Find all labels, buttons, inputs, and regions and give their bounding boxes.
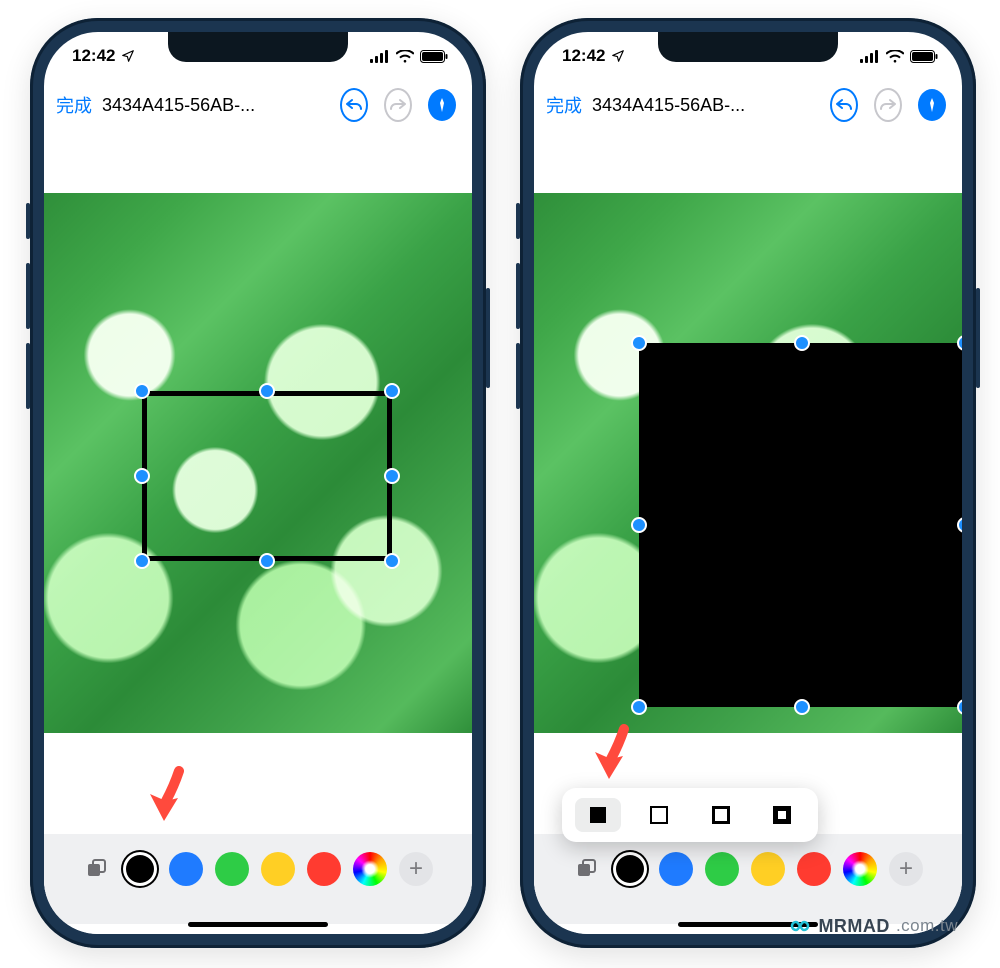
status-time: 12:42 (562, 46, 605, 66)
filename-label: 3434A415-56AB-... (100, 95, 332, 116)
phone-right: 12:42 完成 (520, 18, 976, 948)
bottom-toolbar: + (44, 784, 472, 934)
outline-medium[interactable] (698, 798, 744, 832)
wifi-icon (886, 50, 904, 63)
home-indicator[interactable] (188, 922, 328, 927)
color-red[interactable] (797, 852, 831, 886)
color-black[interactable] (123, 852, 157, 886)
undo-button[interactable] (340, 91, 368, 119)
navbar: 完成 3434A415-56AB-... (534, 80, 962, 131)
layers-icon[interactable] (573, 855, 601, 883)
color-blue[interactable] (659, 852, 693, 886)
cellular-icon (860, 50, 880, 63)
undo-button[interactable] (830, 91, 858, 119)
battery-icon (910, 50, 938, 63)
markup-button[interactable] (918, 91, 946, 119)
phone-left: 12:42 (30, 18, 486, 948)
redo-button (384, 91, 412, 119)
canvas[interactable] (534, 131, 962, 791)
watermark: MRMAD .com.tw (788, 914, 958, 938)
fill-solid[interactable] (575, 798, 621, 832)
cellular-icon (370, 50, 390, 63)
palette: + (44, 834, 472, 924)
add-button[interactable]: + (399, 852, 433, 886)
add-button[interactable]: + (889, 852, 923, 886)
power-button (486, 288, 490, 388)
color-green[interactable] (705, 852, 739, 886)
color-yellow[interactable] (751, 852, 785, 886)
color-yellow[interactable] (261, 852, 295, 886)
redo-button (874, 91, 902, 119)
infinity-icon (788, 914, 812, 938)
mute-switch (516, 203, 520, 239)
screen: 12:42 (44, 32, 472, 934)
color-green[interactable] (215, 852, 249, 886)
battery-icon (420, 50, 448, 63)
wifi-icon (396, 50, 414, 63)
filename-label: 3434A415-56AB-... (590, 95, 822, 116)
status-time: 12:42 (72, 46, 115, 66)
screen: 12:42 完成 (534, 32, 962, 934)
markup-button[interactable] (428, 91, 456, 119)
power-button (976, 288, 980, 388)
bottom-toolbar: + (534, 784, 962, 934)
fill-style-popup (562, 788, 818, 842)
color-blue[interactable] (169, 852, 203, 886)
outline-thin[interactable] (636, 798, 682, 832)
color-picker[interactable] (353, 852, 387, 886)
volume-up (516, 263, 520, 329)
navbar: 完成 3434A415-56AB-... (44, 80, 472, 131)
layers-icon[interactable] (83, 855, 111, 883)
done-button[interactable]: 完成 (546, 92, 582, 118)
notch (168, 32, 348, 62)
location-icon (611, 49, 625, 63)
color-red[interactable] (307, 852, 341, 886)
volume-down (26, 343, 30, 409)
volume-down (516, 343, 520, 409)
notch (658, 32, 838, 62)
shape-rectangle-outline[interactable] (142, 391, 392, 561)
done-button[interactable]: 完成 (56, 92, 92, 118)
watermark-brand: MRMAD (818, 916, 890, 937)
volume-up (26, 263, 30, 329)
palette: + (534, 834, 962, 924)
shape-rectangle-filled[interactable] (639, 343, 962, 707)
outline-thick[interactable] (759, 798, 805, 832)
location-icon (121, 49, 135, 63)
canvas[interactable] (44, 131, 472, 791)
color-picker[interactable] (843, 852, 877, 886)
mute-switch (26, 203, 30, 239)
color-black[interactable] (613, 852, 647, 886)
watermark-suffix: .com.tw (896, 916, 958, 936)
